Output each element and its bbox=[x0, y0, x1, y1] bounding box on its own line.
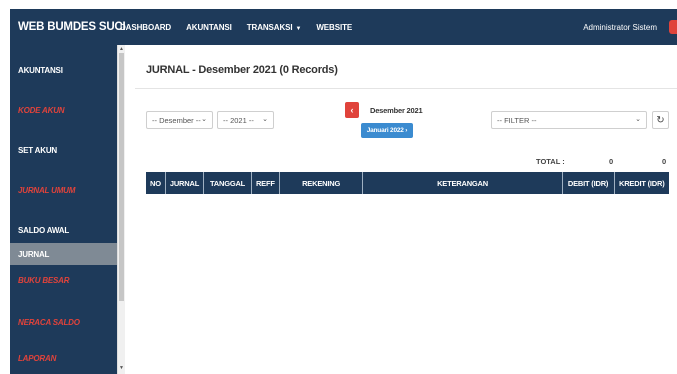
month-select-value: -- Desember -- bbox=[152, 115, 201, 125]
year-select-value: -- 2021 -- bbox=[223, 115, 254, 125]
year-select[interactable]: -- 2021 -- ⌄ bbox=[217, 111, 274, 129]
sidebar-item-jurnal-umum[interactable]: JURNAL UMUM bbox=[10, 179, 117, 201]
app-window: WEB BUMDES SUCI DASHBOARD AKUNTANSI TRAN… bbox=[0, 0, 677, 374]
chevron-down-icon: ⌄ bbox=[635, 116, 641, 123]
total-label: TOTAL : bbox=[536, 157, 565, 166]
filter-select-value: -- FILTER -- bbox=[497, 115, 537, 125]
nav-dashboard[interactable]: DASHBOARD bbox=[120, 23, 171, 32]
sidebar-scrollbar[interactable]: ▲ ▼ bbox=[117, 45, 125, 374]
col-rekening[interactable]: REKENING bbox=[279, 172, 364, 194]
col-jurnal[interactable]: JURNAL bbox=[165, 172, 205, 194]
sidebar-item-neraca-saldo[interactable]: NERACA SALDO bbox=[10, 311, 117, 333]
page-title: JURNAL - Desember 2021 (0 Records) bbox=[146, 64, 338, 76]
chevron-down-icon: ⌄ bbox=[262, 116, 268, 123]
total-debit-value: 0 bbox=[609, 157, 614, 166]
sidebar: AKUNTANSI KODE AKUN SET AKUN JURNAL UMUM… bbox=[10, 45, 117, 374]
sidebar-item-buku-besar[interactable]: BUKU BESAR bbox=[10, 269, 117, 291]
brand-title[interactable]: WEB BUMDES SUCI bbox=[10, 21, 126, 33]
main-content: JURNAL - Desember 2021 (0 Records) -- De… bbox=[125, 45, 677, 374]
nav-website[interactable]: WEBSITE bbox=[316, 23, 352, 32]
scroll-up-icon[interactable]: ▲ bbox=[119, 46, 124, 52]
sidebar-item-saldo-awal[interactable]: SALDO AWAL bbox=[10, 219, 117, 241]
top-navbar: WEB BUMDES SUCI DASHBOARD AKUNTANSI TRAN… bbox=[10, 9, 677, 45]
main-nav: DASHBOARD AKUNTANSI TRANSAKSI ▼ WEBSITE bbox=[120, 23, 367, 32]
table-header-row: NO JURNAL TANGGAL REFF REKENING KETERANG… bbox=[146, 172, 669, 194]
title-divider bbox=[135, 88, 677, 89]
next-month-label: Januari 2022 bbox=[366, 127, 404, 134]
col-debit[interactable]: DEBIT (IDR) bbox=[562, 172, 615, 194]
nav-transaksi-label: TRANSAKSI bbox=[246, 22, 293, 32]
sidebar-item-set-akun[interactable]: SET AKUN bbox=[10, 139, 117, 161]
jurnal-table: NO JURNAL TANGGAL REFF REKENING KETERANG… bbox=[146, 172, 669, 194]
user-menu[interactable]: Administrator Sistem bbox=[583, 23, 657, 32]
total-kredit-value: 0 bbox=[662, 157, 667, 166]
sidebar-item-akuntansi[interactable]: AKUNTANSI bbox=[10, 59, 117, 81]
user-avatar-icon[interactable] bbox=[669, 20, 677, 34]
chevron-down-icon: ⌄ bbox=[201, 116, 207, 123]
sidebar-item-kode-akun[interactable]: KODE AKUN bbox=[10, 99, 117, 121]
prev-month-button[interactable]: ‹ bbox=[345, 102, 359, 118]
filter-select[interactable]: -- FILTER -- ⌄ bbox=[491, 111, 647, 129]
scroll-thumb[interactable] bbox=[119, 53, 124, 301]
chevron-left-icon: ‹ bbox=[350, 105, 354, 115]
refresh-button[interactable]: ↻ bbox=[652, 111, 669, 129]
caret-down-icon: ▼ bbox=[295, 25, 302, 32]
scroll-down-icon[interactable]: ▼ bbox=[119, 365, 124, 371]
month-select[interactable]: -- Desember -- ⌄ bbox=[146, 111, 213, 129]
chevron-right-icon: › bbox=[403, 127, 408, 134]
col-keterangan[interactable]: KETERANGAN bbox=[362, 172, 563, 194]
col-no[interactable]: NO bbox=[146, 172, 166, 194]
sidebar-item-laporan[interactable]: LAPORAN bbox=[10, 347, 117, 369]
nav-transaksi[interactable]: TRANSAKSI ▼ bbox=[247, 23, 302, 32]
nav-akuntansi[interactable]: AKUNTANSI bbox=[186, 23, 232, 32]
col-reff[interactable]: REFF bbox=[251, 172, 280, 194]
current-month-label: Desember 2021 bbox=[370, 106, 423, 115]
col-tanggal[interactable]: TANGGAL bbox=[203, 172, 252, 194]
col-kredit[interactable]: KREDIT (IDR) bbox=[614, 172, 669, 194]
refresh-icon: ↻ bbox=[656, 114, 665, 126]
sidebar-item-jurnal[interactable]: JURNAL bbox=[10, 243, 117, 265]
next-month-button[interactable]: Januari 2022 › bbox=[361, 123, 413, 138]
